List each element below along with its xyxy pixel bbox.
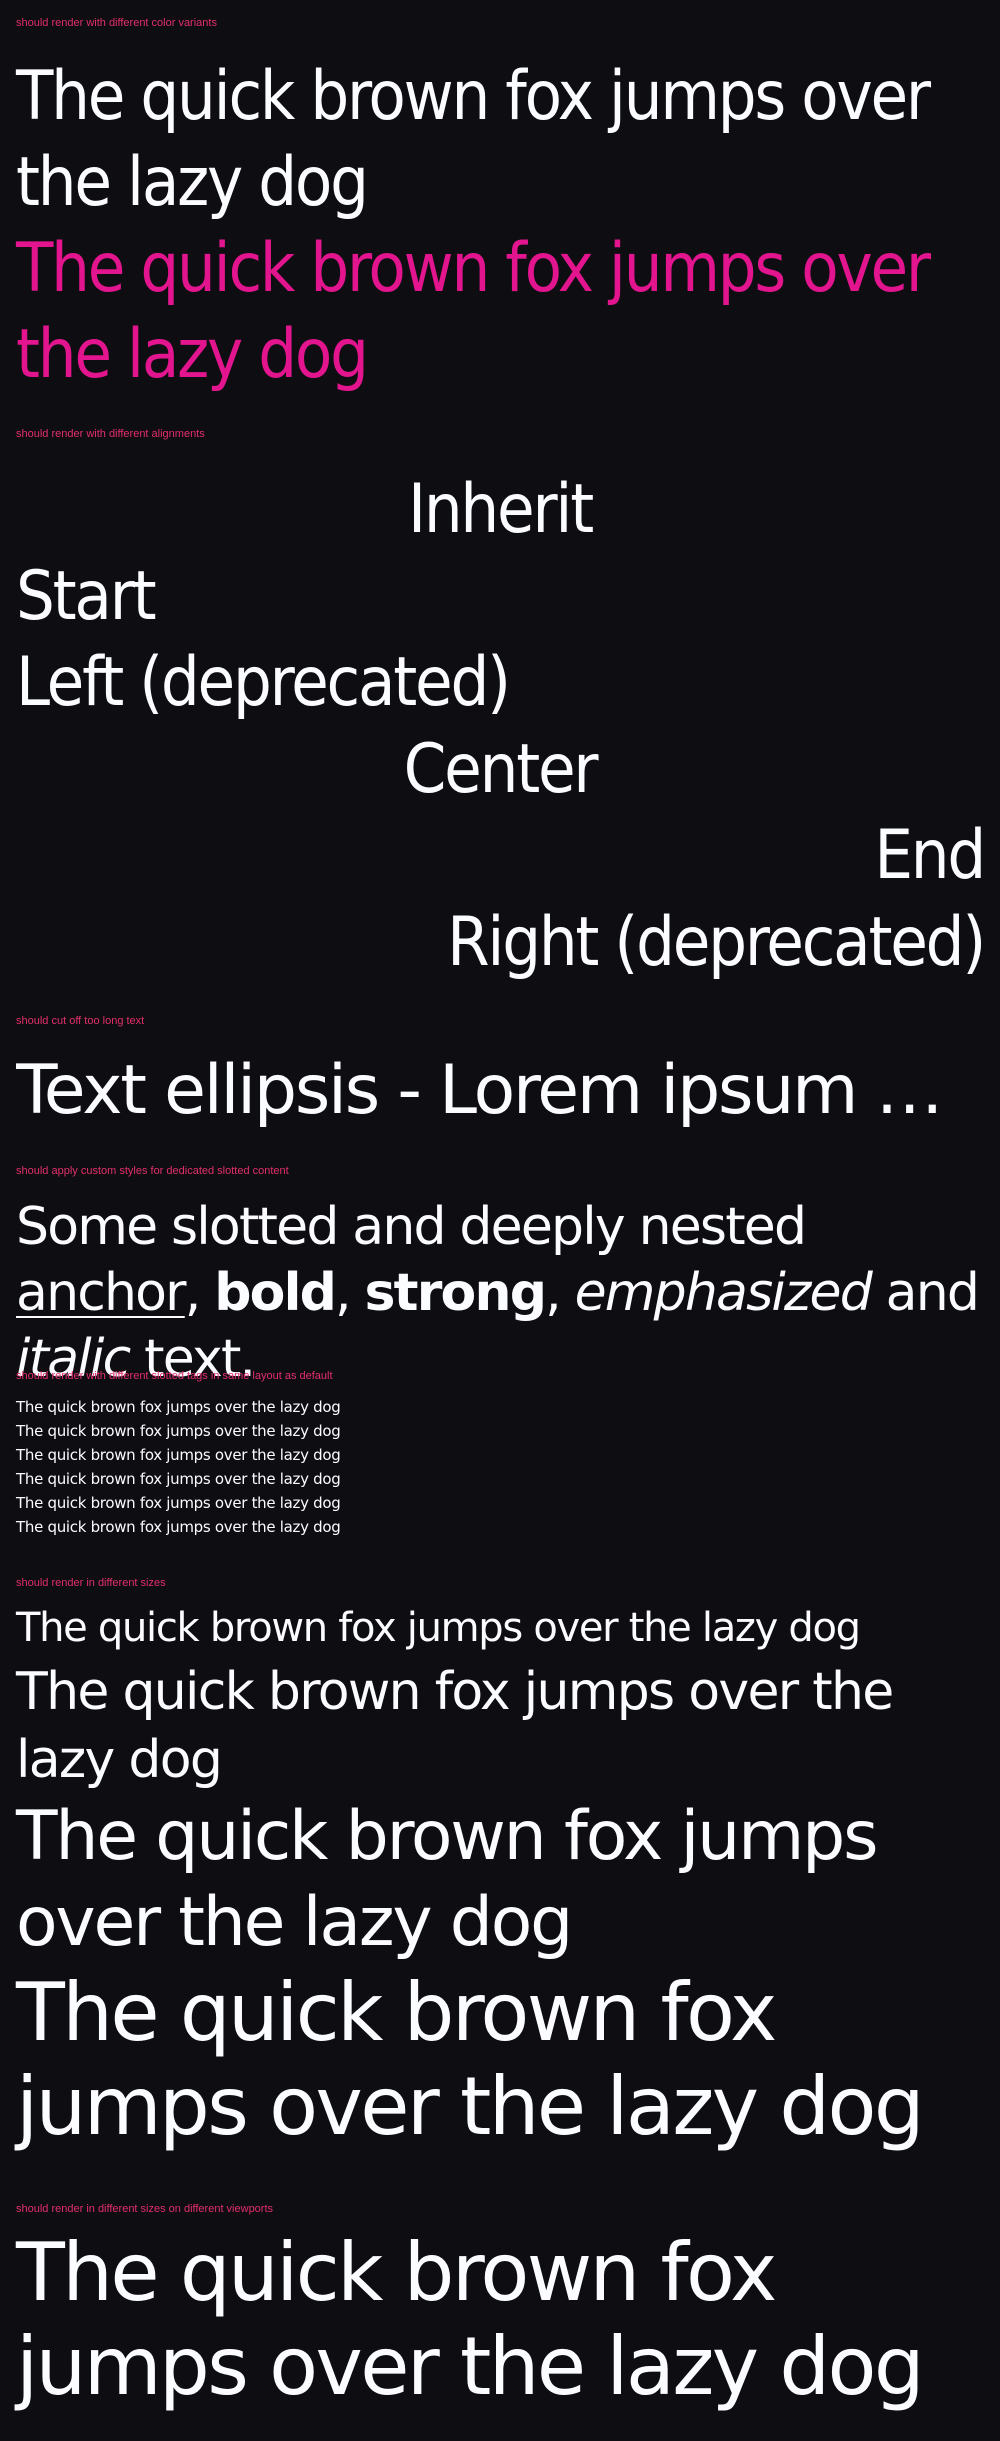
size-medium-heading: The quick brown fox jumps over the lazy … — [16, 1662, 894, 1790]
separator: , — [184, 1263, 202, 1323]
tag-line-h6: The quick brown fox jumps over the lazy … — [16, 1518, 341, 1536]
section-title: should render with different slotted tag… — [16, 1370, 333, 1382]
ellipsis-section: should cut off too long text Text ellips… — [16, 1014, 984, 1134]
viewports-section: should render in different sizes on diff… — [16, 2202, 984, 2414]
section-title: should render with different alignments — [16, 428, 205, 440]
slotted-tags-section: should render with different slotted tag… — [16, 1369, 984, 1539]
slotted-and: and — [870, 1263, 980, 1323]
separator: , — [335, 1263, 365, 1323]
sizes-section: should render in different sizes The qui… — [16, 1576, 984, 2154]
section-title: should render in different sizes — [16, 1577, 166, 1589]
slotted-strong: strong — [364, 1263, 547, 1323]
size-xlarge-heading: The quick brown fox jumps over the lazy … — [16, 1966, 925, 2153]
tag-line-h1: The quick brown fox jumps over the lazy … — [16, 1398, 341, 1416]
align-center-heading: Center — [403, 729, 599, 809]
slotted-bold: bold — [214, 1263, 337, 1323]
slotted-heading: Some slotted and deeply nested anchor, b… — [16, 1194, 984, 1392]
slotted-anchor-link[interactable]: anchor — [16, 1263, 187, 1323]
align-start-heading: Start — [16, 556, 157, 636]
default-color-heading: The quick brown fox jumps over the lazy … — [16, 57, 931, 222]
align-end-heading: End — [874, 816, 986, 895]
alignments-section: should render with different alignments … — [16, 427, 986, 986]
tag-line-h4: The quick brown fox jumps over the lazy … — [16, 1470, 341, 1488]
size-large-heading: The quick brown fox jumps over the lazy … — [16, 1797, 879, 1962]
section-title: should render in different sizes on diff… — [16, 2203, 274, 2215]
section-title: should cut off too long text — [16, 1015, 145, 1027]
align-inherit-heading: Inherit — [408, 470, 594, 549]
tag-line-h3: The quick brown fox jumps over the lazy … — [16, 1446, 341, 1464]
tag-line-h2: The quick brown fox jumps over the lazy … — [16, 1422, 341, 1440]
viewport-heading: The quick brown fox jumps over the lazy … — [16, 2226, 925, 2413]
color-variants-section: should render with different color varia… — [16, 16, 984, 398]
slotted-emphasized: emphasized — [574, 1263, 873, 1323]
section-title: should apply custom styles for dedicated… — [16, 1165, 289, 1177]
size-small-heading: The quick brown fox jumps over the lazy … — [16, 1605, 861, 1651]
ellipsis-heading: Text ellipsis - Lorem ipsum dolor sit am… — [16, 1051, 984, 1130]
separator: , — [545, 1263, 575, 1323]
section-title: should render with different color varia… — [16, 17, 217, 29]
pink-color-heading: The quick brown fox jumps over the lazy … — [16, 229, 931, 394]
align-right-heading: Right (deprecated) — [447, 902, 986, 982]
tag-line-h5: The quick brown fox jumps over the lazy … — [16, 1494, 341, 1512]
slotted-section: should apply custom styles for dedicated… — [16, 1164, 984, 1392]
align-left-heading: Left (deprecated) — [16, 643, 511, 722]
slotted-intro: Some slotted and deeply nested — [16, 1197, 807, 1257]
tag-lines-list: The quick brown fox jumps over the lazy … — [16, 1395, 984, 1539]
